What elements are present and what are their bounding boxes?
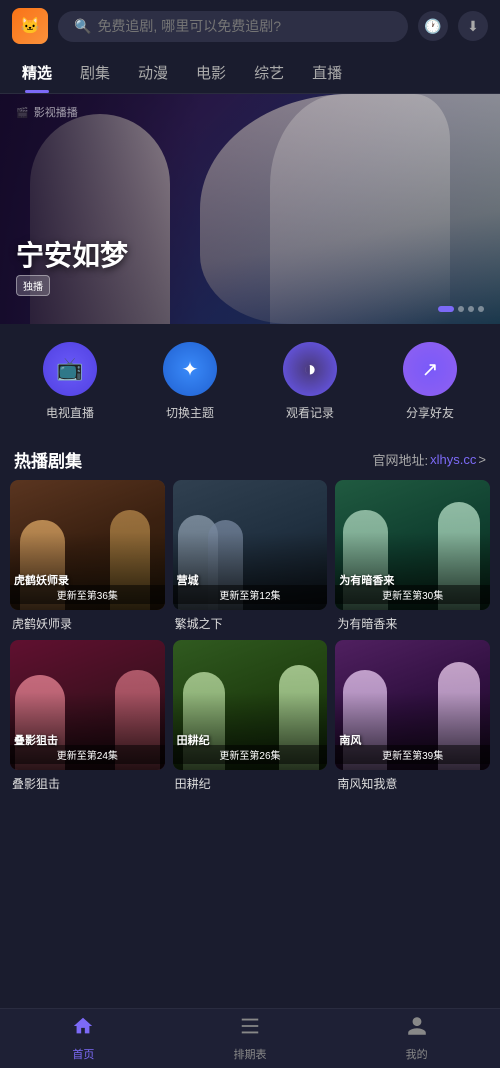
quick-action-tv[interactable]: 📺 电视直播 bbox=[43, 342, 97, 421]
drama-thumb-4: 叠影狙击 更新至第24集 bbox=[10, 640, 165, 770]
quick-actions: 📺 电视直播 ✦ 切换主题 ◑ 观看记录 ↗ 分享好友 bbox=[0, 324, 500, 439]
drama-title-1: 虎鹤妖师录 bbox=[10, 610, 165, 632]
share-icon: ↗ bbox=[403, 342, 457, 396]
hero-pagination bbox=[438, 306, 484, 312]
tab-movies[interactable]: 电影 bbox=[182, 52, 240, 93]
hot-section-title: 热播剧集 bbox=[14, 447, 82, 472]
share-label: 分享好友 bbox=[406, 404, 454, 421]
hero-dot-1 bbox=[438, 306, 454, 312]
official-site-prefix: 官网地址: bbox=[373, 450, 429, 469]
official-site-link[interactable]: 官网地址: xlhys.cc > bbox=[373, 450, 486, 469]
history-icon: ◑ bbox=[283, 342, 337, 396]
download-icon-button[interactable]: ⬇ bbox=[458, 11, 488, 41]
search-bar[interactable]: 🔍 bbox=[58, 11, 408, 42]
drama-title-4: 叠影狙击 bbox=[10, 770, 165, 792]
clock-icon: 🕐 bbox=[424, 18, 441, 35]
drama-thumb-6: 南风 更新至第39集 bbox=[335, 640, 490, 770]
tab-series[interactable]: 剧集 bbox=[66, 52, 124, 93]
hero-banner-overlay bbox=[0, 94, 500, 324]
profile-label: 我的 bbox=[406, 1046, 428, 1062]
bottom-nav-home[interactable]: 首页 bbox=[0, 1007, 167, 1068]
drama-card-6[interactable]: 南风 更新至第39集 南风知我意 bbox=[335, 640, 490, 792]
drama-title-5: 田耕纪 bbox=[173, 770, 328, 792]
hero-dot-3 bbox=[468, 306, 474, 312]
hot-section-header: 热播剧集 官网地址: xlhys.cc > bbox=[0, 439, 500, 480]
hero-badge: 独播 bbox=[16, 275, 50, 296]
quick-action-share[interactable]: ↗ 分享好友 bbox=[403, 342, 457, 421]
drama-episode-3: 更新至第30集 bbox=[335, 585, 490, 604]
drama-episode-2: 更新至第12集 bbox=[173, 585, 328, 604]
profile-icon bbox=[406, 1015, 428, 1043]
nav-tabs: 精选 剧集 动漫 电影 综艺 直播 bbox=[0, 52, 500, 94]
drama-title-6: 南风知我意 bbox=[335, 770, 490, 792]
drama-card-4[interactable]: 叠影狙击 更新至第24集 叠影狙击 bbox=[10, 640, 165, 792]
hero-dot-2 bbox=[458, 306, 464, 312]
search-input[interactable] bbox=[97, 18, 392, 34]
tv-label: 电视直播 bbox=[46, 404, 94, 421]
schedule-icon bbox=[239, 1015, 261, 1043]
quick-action-history[interactable]: ◑ 观看记录 bbox=[283, 342, 337, 421]
drama-card-5[interactable]: 田耕纪 更新至第26集 田耕纪 bbox=[173, 640, 328, 792]
header: 🐱 🔍 🕐 ⬇ bbox=[0, 0, 500, 52]
search-icon: 🔍 bbox=[74, 18, 91, 35]
drama-card-1[interactable]: 虎鹤妖师录 更新至第36集 虎鹤妖师录 bbox=[10, 480, 165, 632]
download-icon: ⬇ bbox=[467, 18, 479, 35]
drama-title-3: 为有暗香来 bbox=[335, 610, 490, 632]
drama-thumb-2: 营城 更新至第12集 bbox=[173, 480, 328, 610]
bottom-nav-profile[interactable]: 我的 bbox=[333, 1007, 500, 1068]
tab-featured[interactable]: 精选 bbox=[8, 52, 66, 93]
drama-episode-4: 更新至第24集 bbox=[10, 745, 165, 764]
app-logo: 🐱 bbox=[12, 8, 48, 44]
official-site-url: xlhys.cc bbox=[430, 452, 476, 467]
drama-thumb-5: 田耕纪 更新至第26集 bbox=[173, 640, 328, 770]
drama-grid: 虎鹤妖师录 更新至第36集 虎鹤妖师录 营城 更新至第12集 繁城之下 bbox=[0, 480, 500, 802]
header-icons: 🕐 ⬇ bbox=[418, 11, 488, 41]
chevron-right-icon: > bbox=[478, 452, 486, 467]
hero-dot-4 bbox=[478, 306, 484, 312]
bottom-nav: 首页 排期表 我的 bbox=[0, 1008, 500, 1068]
drama-thumb-1: 虎鹤妖师录 更新至第36集 bbox=[10, 480, 165, 610]
drama-episode-1: 更新至第36集 bbox=[10, 585, 165, 604]
hero-banner[interactable]: 🎬 影视播播 宁安如梦 独播 bbox=[0, 94, 500, 324]
drama-episode-5: 更新至第26集 bbox=[173, 745, 328, 764]
theme-icon: ✦ bbox=[163, 342, 217, 396]
tab-anime[interactable]: 动漫 bbox=[124, 52, 182, 93]
theme-label: 切换主题 bbox=[166, 404, 214, 421]
hero-brand: 🎬 影视播播 bbox=[16, 104, 78, 120]
drama-episode-6: 更新至第39集 bbox=[335, 745, 490, 764]
bottom-nav-schedule[interactable]: 排期表 bbox=[167, 1007, 334, 1068]
history-label: 观看记录 bbox=[286, 404, 334, 421]
drama-card-3[interactable]: 为有暗香来 更新至第30集 为有暗香来 bbox=[335, 480, 490, 632]
schedule-label: 排期表 bbox=[234, 1046, 267, 1062]
quick-action-theme[interactable]: ✦ 切换主题 bbox=[163, 342, 217, 421]
drama-card-2[interactable]: 营城 更新至第12集 繁城之下 bbox=[173, 480, 328, 632]
hero-title: 宁安如梦 bbox=[16, 234, 128, 274]
clock-icon-button[interactable]: 🕐 bbox=[418, 11, 448, 41]
tv-icon: 📺 bbox=[43, 342, 97, 396]
home-icon bbox=[72, 1015, 94, 1043]
home-label: 首页 bbox=[72, 1046, 94, 1062]
tab-variety[interactable]: 综艺 bbox=[240, 52, 298, 93]
drama-thumb-3: 为有暗香来 更新至第30集 bbox=[335, 480, 490, 610]
tab-live[interactable]: 直播 bbox=[298, 52, 356, 93]
drama-title-2: 繁城之下 bbox=[173, 610, 328, 632]
